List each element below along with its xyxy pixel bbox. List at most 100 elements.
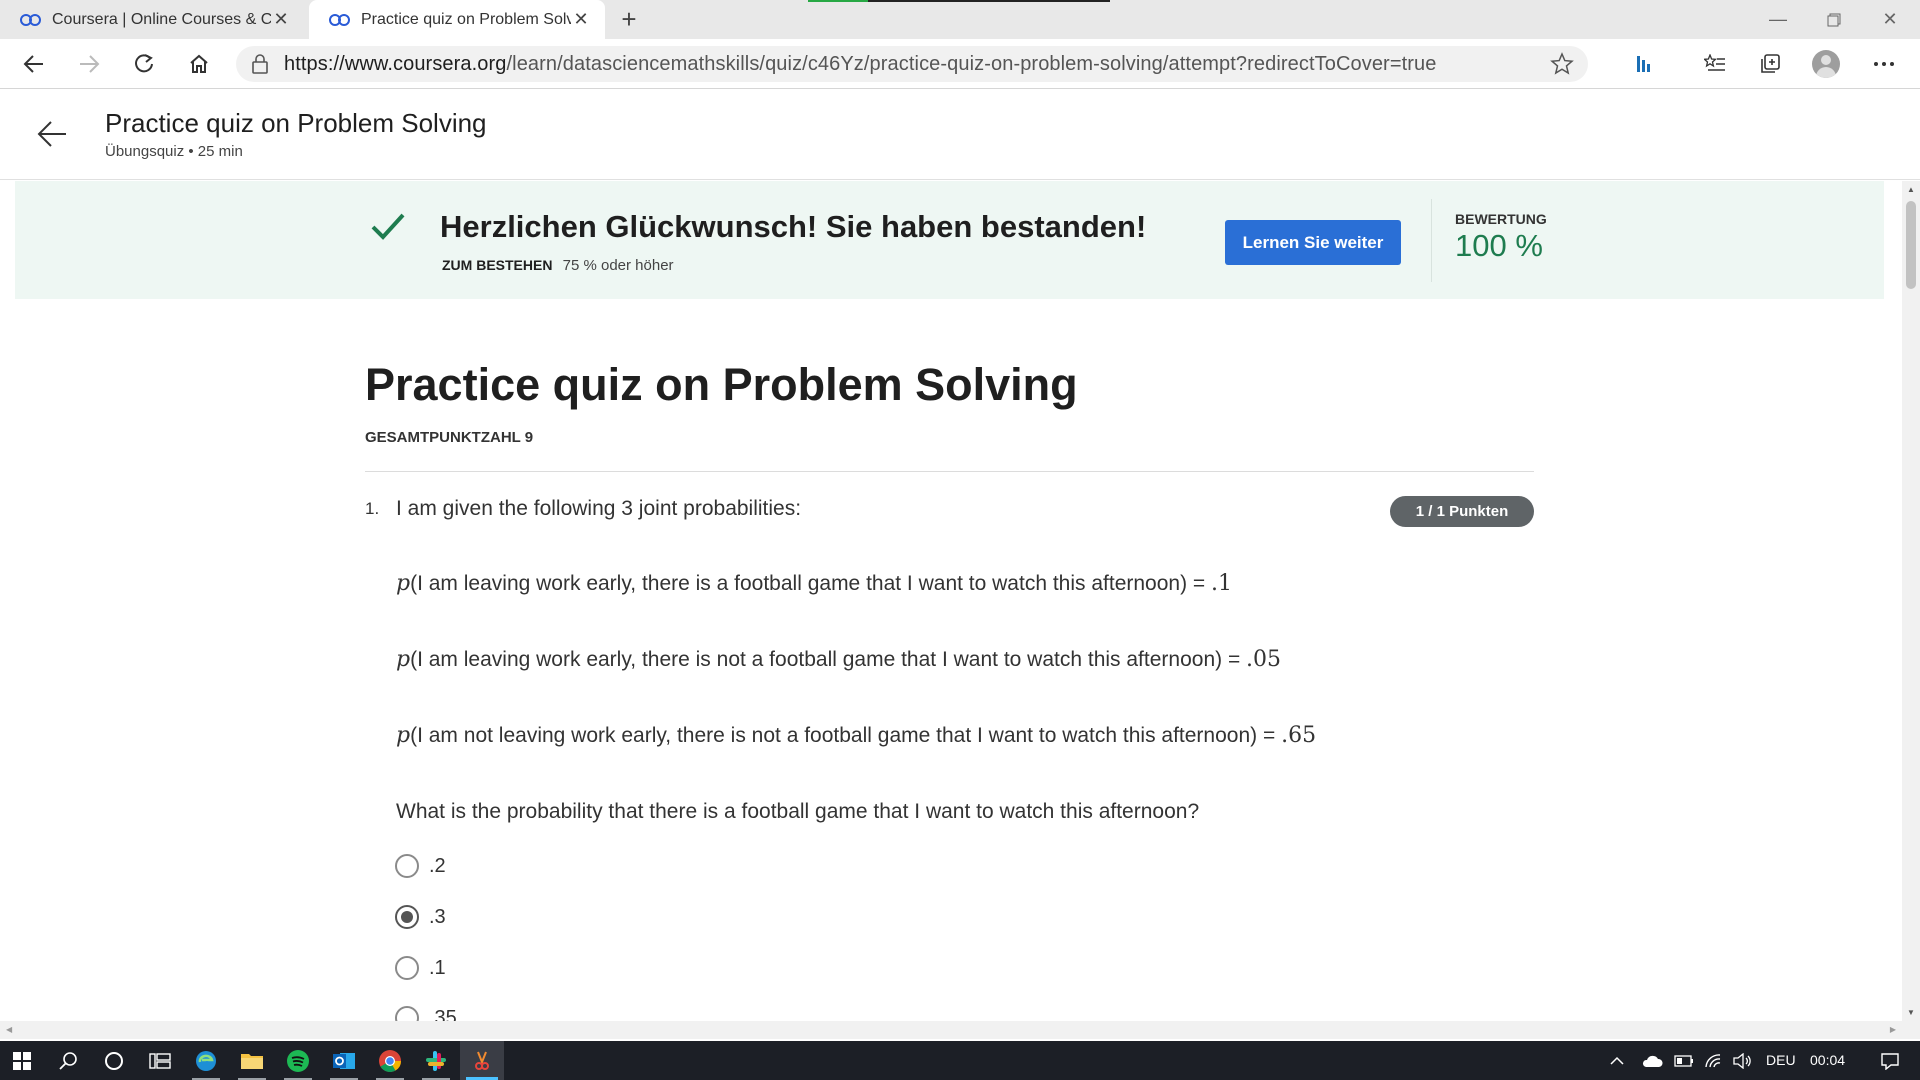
favorites-button[interactable]: [1697, 47, 1733, 81]
continue-learning-button[interactable]: Lernen Sie weiter: [1225, 220, 1401, 265]
question-prompt: What is the probability that there is a …: [396, 800, 1200, 823]
taskbar-outlook[interactable]: [322, 1041, 366, 1080]
start-button[interactable]: [0, 1041, 44, 1080]
search-button[interactable]: [46, 1041, 90, 1080]
more-dots-icon: [1874, 62, 1894, 66]
cortana-button[interactable]: [92, 1041, 136, 1080]
banner-divider: [1431, 199, 1432, 282]
volume-tray-button[interactable]: [1726, 1041, 1758, 1080]
question-number: 1.: [365, 499, 380, 518]
checkmark-icon: [371, 213, 405, 240]
chrome-icon: [379, 1049, 401, 1072]
show-hidden-icons-button[interactable]: [1602, 1041, 1632, 1080]
total-points: GESAMTPUNKTZAHL 9: [365, 429, 534, 446]
settings-menu-button[interactable]: [1866, 47, 1902, 81]
browser-tab-bar: Coursera | Online Courses & Credentials …: [0, 0, 1920, 39]
profile-avatar[interactable]: [1812, 50, 1840, 78]
taskbar-slack[interactable]: [414, 1041, 458, 1080]
battery-tray-button[interactable]: [1668, 1041, 1700, 1080]
taskbar-spotify[interactable]: [276, 1041, 320, 1080]
wifi-tray-button[interactable]: [1698, 1041, 1728, 1080]
scroll-down-arrow-icon[interactable]: ▼: [1907, 1008, 1915, 1017]
clock[interactable]: 00:04: [1810, 1052, 1845, 1068]
probability-statement: p(I am not leaving work early, there is …: [396, 723, 1316, 748]
favorites-list-icon: [1704, 54, 1725, 71]
answer-option[interactable]: .35: [395, 1003, 457, 1021]
taskbar-chrome[interactable]: [368, 1041, 412, 1080]
windows-taskbar: DEU 00:04: [0, 1041, 1920, 1080]
probability-symbol: p: [396, 723, 411, 748]
onedrive-tray-button[interactable]: [1634, 1041, 1670, 1080]
url-path: /learn/datasciencemathskills/quiz/c46Yz/…: [506, 52, 1437, 75]
action-center-button[interactable]: [1870, 1041, 1910, 1080]
home-icon: [190, 54, 208, 73]
scroll-left-arrow-icon[interactable]: ◀: [6, 1025, 12, 1034]
task-view-button[interactable]: [138, 1041, 182, 1080]
new-tab-button[interactable]: +: [614, 4, 644, 34]
radio-button[interactable]: [395, 956, 419, 980]
tab-coursera-home[interactable]: Coursera | Online Courses & Credentials …: [0, 0, 305, 39]
restore-icon: [1827, 13, 1841, 26]
task-view-icon: [149, 1052, 171, 1069]
answer-option[interactable]: .3: [395, 902, 446, 932]
pass-requirement: ZUM BESTEHEN 75 % oder höher: [442, 257, 674, 274]
collections-button[interactable]: [1752, 47, 1788, 81]
tab-title: Practice quiz on Problem Solving: [361, 10, 571, 28]
question-intro: I am given the following 3 joint probabi…: [396, 497, 802, 520]
speaker-icon: [1733, 1052, 1751, 1069]
vertical-scrollbar[interactable]: ▲ ▼: [1902, 181, 1920, 1021]
header-subtitle: Übungsquiz • 25 min: [105, 143, 243, 160]
answer-option[interactable]: .2: [395, 851, 446, 881]
input-language[interactable]: DEU: [1766, 1052, 1796, 1068]
answer-option[interactable]: .1: [395, 953, 446, 983]
quiz-title: Practice quiz on Problem Solving: [365, 359, 1078, 410]
snipping-tool-icon: [475, 1051, 489, 1070]
address-bar[interactable]: https://www.coursera.org/learn/datascien…: [236, 46, 1588, 82]
tab-practice-quiz[interactable]: Practice quiz on Problem Solving ✕: [309, 0, 605, 39]
probability-value: .1: [1211, 571, 1233, 596]
scroll-up-arrow-icon[interactable]: ▲: [1907, 185, 1915, 194]
radio-button[interactable]: [395, 1006, 419, 1021]
horizontal-scrollbar[interactable]: ◀ ▶: [0, 1021, 1920, 1039]
close-window-button[interactable]: ✕: [1862, 0, 1918, 39]
taskbar-snipping-tool[interactable]: [460, 1041, 504, 1080]
lock-icon: [252, 54, 268, 74]
coursera-logo-icon: [329, 13, 351, 26]
grade-value: 100 %: [1455, 228, 1543, 263]
scroll-right-arrow-icon[interactable]: ▶: [1890, 1025, 1896, 1034]
taskbar-file-explorer[interactable]: [230, 1041, 274, 1080]
wifi-icon: [1705, 1053, 1721, 1067]
favorite-star-icon[interactable]: [1550, 52, 1574, 76]
battery-icon: [1674, 1054, 1693, 1067]
home-button[interactable]: [181, 47, 217, 81]
restore-window-button[interactable]: [1806, 0, 1862, 39]
minimize-window-button[interactable]: —: [1750, 0, 1806, 39]
extension-button[interactable]: [1626, 47, 1662, 81]
coursera-logo-icon: [20, 13, 42, 26]
probability-value: .05: [1246, 647, 1282, 672]
close-tab-icon[interactable]: ✕: [571, 9, 591, 30]
tab-title: Coursera | Online Courses & Credentials: [52, 10, 271, 28]
probability-symbol: p: [396, 647, 411, 672]
forward-button[interactable]: [71, 47, 107, 81]
answer-label: .1: [429, 956, 446, 979]
main-content: Herzlichen Glückwunsch! Sie haben bestan…: [0, 181, 1902, 1021]
folder-icon: [241, 1053, 263, 1069]
notification-icon: [1881, 1052, 1899, 1070]
url-text: https://www.coursera.org/learn/datascien…: [284, 53, 1436, 76]
slack-icon: [426, 1050, 446, 1071]
grade-label: BEWERTUNG: [1455, 211, 1547, 227]
close-tab-icon[interactable]: ✕: [271, 9, 291, 30]
header-back-button[interactable]: [36, 118, 68, 155]
taskbar-edge[interactable]: [184, 1041, 228, 1080]
outlook-icon: [333, 1052, 355, 1069]
back-button[interactable]: [16, 47, 52, 81]
reload-button[interactable]: [126, 47, 162, 81]
spotify-icon: [287, 1049, 309, 1072]
radio-button[interactable]: [395, 854, 419, 878]
search-icon: [59, 1051, 77, 1070]
radio-button-selected[interactable]: [395, 905, 419, 929]
collections-icon: [1761, 54, 1780, 73]
scrollbar-thumb[interactable]: [1906, 201, 1916, 289]
pass-message: Herzlichen Glückwunsch! Sie haben bestan…: [440, 209, 1147, 244]
